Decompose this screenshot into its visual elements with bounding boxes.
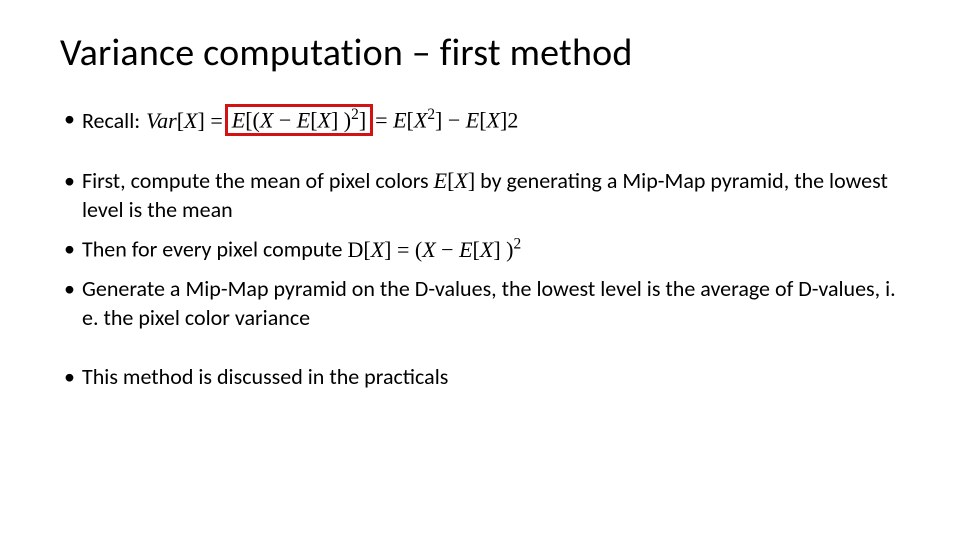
bullet-list-3: This method is discussed in the practica…	[60, 362, 900, 391]
bullet-list-2: First, compute the mean of pixel colors …	[60, 166, 900, 331]
bullet-list: Recall: Var[X] = E[(X − E[X] )2] = E[X2]…	[60, 104, 900, 136]
recall-rhs: = E[X2] − E[X]2	[375, 105, 518, 134]
b5-text: This method is discussed in the practica…	[82, 363, 448, 390]
bullet-first-mean: First, compute the mean of pixel colors …	[60, 166, 900, 224]
recall-lhs: Var[X] =	[146, 106, 223, 135]
spacer-2	[60, 342, 900, 362]
slide: Variance computation – first method Reca…	[0, 0, 960, 540]
b2-math: E[X]	[434, 168, 476, 193]
bullet-recall: Recall: Var[X] = E[(X − E[X] )2] = E[X2]…	[60, 104, 900, 136]
slide-title: Variance computation – first method	[60, 30, 900, 76]
b3-prefix: Then for every pixel compute	[82, 236, 347, 263]
b3-math: D[X] = (X − E[X] )2	[347, 237, 521, 262]
bullet-practicals: This method is discussed in the practica…	[60, 362, 900, 391]
spacer	[60, 146, 900, 166]
recall-boxed: E[(X − E[X] )2]	[225, 104, 373, 136]
bullet-mipmap-d: Generate a Mip-Map pyramid on the D-valu…	[60, 274, 900, 332]
recall-label: Recall:	[82, 106, 140, 135]
bullet-compute-d: Then for every pixel compute D[X] = (X −…	[60, 234, 900, 263]
b2-prefix: First, compute the mean of pixel colors	[82, 167, 434, 194]
b4-text: Generate a Mip-Map pyramid on the D-valu…	[82, 275, 896, 331]
